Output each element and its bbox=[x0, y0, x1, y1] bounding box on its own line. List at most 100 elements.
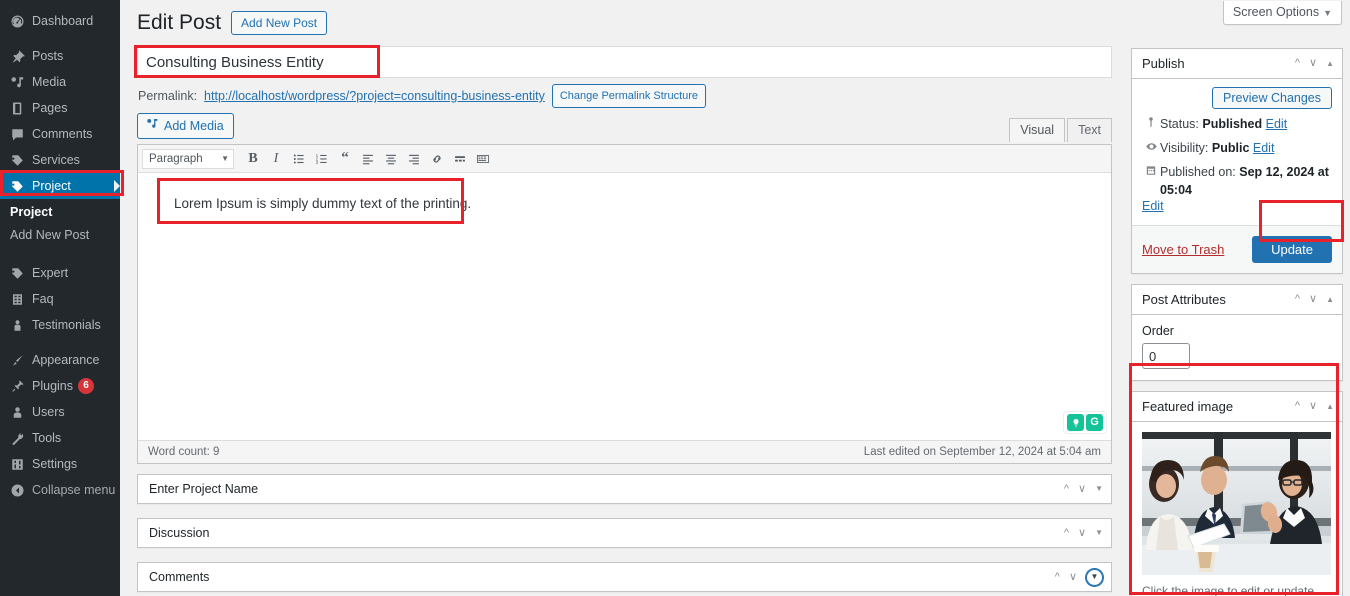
media-icon bbox=[8, 73, 26, 91]
order-input[interactable] bbox=[1142, 343, 1190, 369]
move-down-icon[interactable]: ∨ bbox=[1078, 483, 1086, 495]
dashboard-icon bbox=[8, 12, 26, 30]
toggle-panel-icon[interactable]: ▼ bbox=[1095, 485, 1103, 493]
sidebar-item-pages[interactable]: Pages bbox=[0, 95, 120, 121]
numbered-list-icon[interactable]: 123 bbox=[311, 148, 333, 170]
move-up-icon[interactable]: ^ bbox=[1055, 571, 1060, 583]
sidebar-divider bbox=[0, 34, 120, 43]
sidebar-divider bbox=[0, 338, 120, 347]
toggle-panel-icon[interactable]: ▲ bbox=[1326, 295, 1334, 304]
metabox-title: Enter Project Name bbox=[149, 482, 259, 496]
move-down-icon[interactable]: ∨ bbox=[1078, 527, 1086, 539]
align-right-icon[interactable] bbox=[403, 148, 425, 170]
toggle-panel-icon[interactable]: ▲ bbox=[1326, 59, 1334, 68]
move-down-icon[interactable]: ∨ bbox=[1069, 571, 1077, 583]
sidebar-item-tools[interactable]: Tools bbox=[0, 425, 120, 451]
bulleted-list-icon[interactable] bbox=[288, 148, 310, 170]
toggle-panel-icon[interactable]: ▼ bbox=[1095, 529, 1103, 537]
move-down-icon[interactable]: ∨ bbox=[1309, 58, 1317, 69]
update-button[interactable]: Update bbox=[1252, 236, 1332, 263]
sidebar-item-faq[interactable]: Faq bbox=[0, 286, 120, 312]
link-icon[interactable] bbox=[426, 148, 448, 170]
sidebar-item-label: Collapse menu bbox=[32, 483, 116, 497]
move-up-icon[interactable]: ^ bbox=[1295, 401, 1300, 412]
editor-content-area[interactable]: Lorem Ipsum is simply dummy text of the … bbox=[138, 173, 1111, 440]
paragraph-format-select[interactable]: Paragraph ▼ bbox=[142, 148, 234, 169]
post-title-wrap bbox=[137, 46, 1112, 78]
sidebar-item-label: Users bbox=[32, 405, 65, 419]
sidebar-item-dashboard[interactable]: Dashboard bbox=[0, 8, 120, 34]
publish-date-edit-row: Edit bbox=[1132, 199, 1342, 221]
featured-image-panel: Featured image ^ ∨ ▲ Click the image to … bbox=[1131, 391, 1343, 596]
toggle-panel-icon[interactable]: ▲ bbox=[1326, 402, 1334, 411]
sidebar-item-expert[interactable]: Expert bbox=[0, 260, 120, 286]
sidebar-item-comments[interactable]: Comments bbox=[0, 121, 120, 147]
status-edit-link[interactable]: Edit bbox=[1266, 117, 1288, 131]
toolbar-toggle-icon[interactable] bbox=[472, 148, 494, 170]
move-down-icon[interactable]: ∨ bbox=[1309, 401, 1317, 412]
read-more-icon[interactable] bbox=[449, 148, 471, 170]
sidebar-item-services[interactable]: Services bbox=[0, 147, 120, 173]
metabox-controls: ^ ∨ ▼ bbox=[1055, 568, 1103, 586]
tab-text[interactable]: Text bbox=[1067, 118, 1112, 142]
screen-options-button[interactable]: Screen Options ▼ bbox=[1222, 1, 1342, 25]
sidebar-item-media[interactable]: Media bbox=[0, 69, 120, 95]
align-left-icon[interactable] bbox=[357, 148, 379, 170]
eye-icon bbox=[1142, 140, 1160, 153]
add-media-label: Add Media bbox=[164, 118, 224, 133]
toggle-panel-icon[interactable]: ▼ bbox=[1086, 568, 1103, 586]
visibility-edit-link[interactable]: Edit bbox=[1253, 141, 1275, 155]
status-label: Status: bbox=[1160, 117, 1199, 131]
metabox-discussion[interactable]: Discussion ^ ∨ ▼ bbox=[137, 518, 1112, 548]
add-media-button[interactable]: Add Media bbox=[137, 113, 234, 139]
add-new-post-button[interactable]: Add New Post bbox=[231, 11, 328, 35]
preview-changes-button[interactable]: Preview Changes bbox=[1212, 87, 1332, 109]
plugins-update-badge: 6 bbox=[78, 378, 94, 394]
bold-icon[interactable]: B bbox=[242, 148, 264, 170]
blockquote-icon[interactable]: “ bbox=[334, 148, 356, 170]
grammarly-widget[interactable]: G bbox=[1063, 411, 1107, 434]
permalink-url-link[interactable]: http://localhost/wordpress/?project=cons… bbox=[204, 89, 545, 103]
align-center-icon[interactable] bbox=[380, 148, 402, 170]
sidebar-item-label: Project bbox=[32, 179, 71, 193]
featured-image-thumbnail[interactable] bbox=[1142, 432, 1331, 575]
move-to-trash-link[interactable]: Move to Trash bbox=[1142, 242, 1224, 257]
featured-image-body: Click the image to edit or update Remove… bbox=[1132, 422, 1342, 596]
grammarly-g-icon[interactable]: G bbox=[1086, 414, 1103, 431]
move-up-icon[interactable]: ^ bbox=[1064, 527, 1069, 539]
post-title-input[interactable] bbox=[137, 46, 1112, 78]
sidebar-item-label: Faq bbox=[32, 292, 54, 306]
permalink-label: Permalink: bbox=[138, 89, 198, 103]
metabox-controls: ^ ∨ ▼ bbox=[1064, 483, 1103, 495]
sidebar-item-users[interactable]: Users bbox=[0, 399, 120, 425]
sidebar-subitem-project[interactable]: Project bbox=[0, 201, 120, 224]
editor-top-row: Add Media Visual Text bbox=[137, 113, 1112, 144]
sidebar-item-label: Posts bbox=[32, 49, 64, 63]
move-up-icon[interactable]: ^ bbox=[1295, 58, 1300, 69]
tab-visual[interactable]: Visual bbox=[1009, 118, 1066, 142]
sidebar-item-plugins[interactable]: Plugins 6 bbox=[0, 373, 120, 399]
metabox-comments[interactable]: Comments ^ ∨ ▼ bbox=[137, 562, 1112, 592]
sidebar-item-label: Tools bbox=[32, 431, 62, 445]
plug-icon bbox=[8, 377, 26, 395]
metabox-enter-project-name[interactable]: Enter Project Name ^ ∨ ▼ bbox=[137, 474, 1112, 504]
sidebar-subitem-add-new-post[interactable]: Add New Post bbox=[0, 224, 120, 247]
italic-icon[interactable]: I bbox=[265, 148, 287, 170]
permalink-row: Permalink: http://localhost/wordpress/?p… bbox=[138, 84, 707, 108]
lightbulb-icon[interactable] bbox=[1067, 414, 1084, 431]
sidebar-item-testimonials[interactable]: Testimonials bbox=[0, 312, 120, 338]
move-down-icon[interactable]: ∨ bbox=[1309, 294, 1317, 305]
sidebar-item-label: Dashboard bbox=[32, 14, 94, 28]
publish-date-row: Published on: Sep 12, 2024 at 05:04 bbox=[1132, 157, 1342, 199]
sidebar-item-posts[interactable]: Posts bbox=[0, 43, 120, 69]
person-icon bbox=[8, 316, 26, 334]
published-edit-link[interactable]: Edit bbox=[1142, 199, 1164, 213]
sidebar-item-settings[interactable]: Settings bbox=[0, 451, 120, 477]
move-up-icon[interactable]: ^ bbox=[1064, 483, 1069, 495]
sidebar-item-appearance[interactable]: Appearance bbox=[0, 347, 120, 373]
move-up-icon[interactable]: ^ bbox=[1295, 294, 1300, 305]
change-permalink-structure-button[interactable]: Change Permalink Structure bbox=[551, 84, 707, 108]
sidebar-item-project[interactable]: Project bbox=[0, 173, 120, 199]
sidebar-item-collapse-menu[interactable]: Collapse menu bbox=[0, 477, 120, 503]
brush-icon bbox=[8, 351, 26, 369]
